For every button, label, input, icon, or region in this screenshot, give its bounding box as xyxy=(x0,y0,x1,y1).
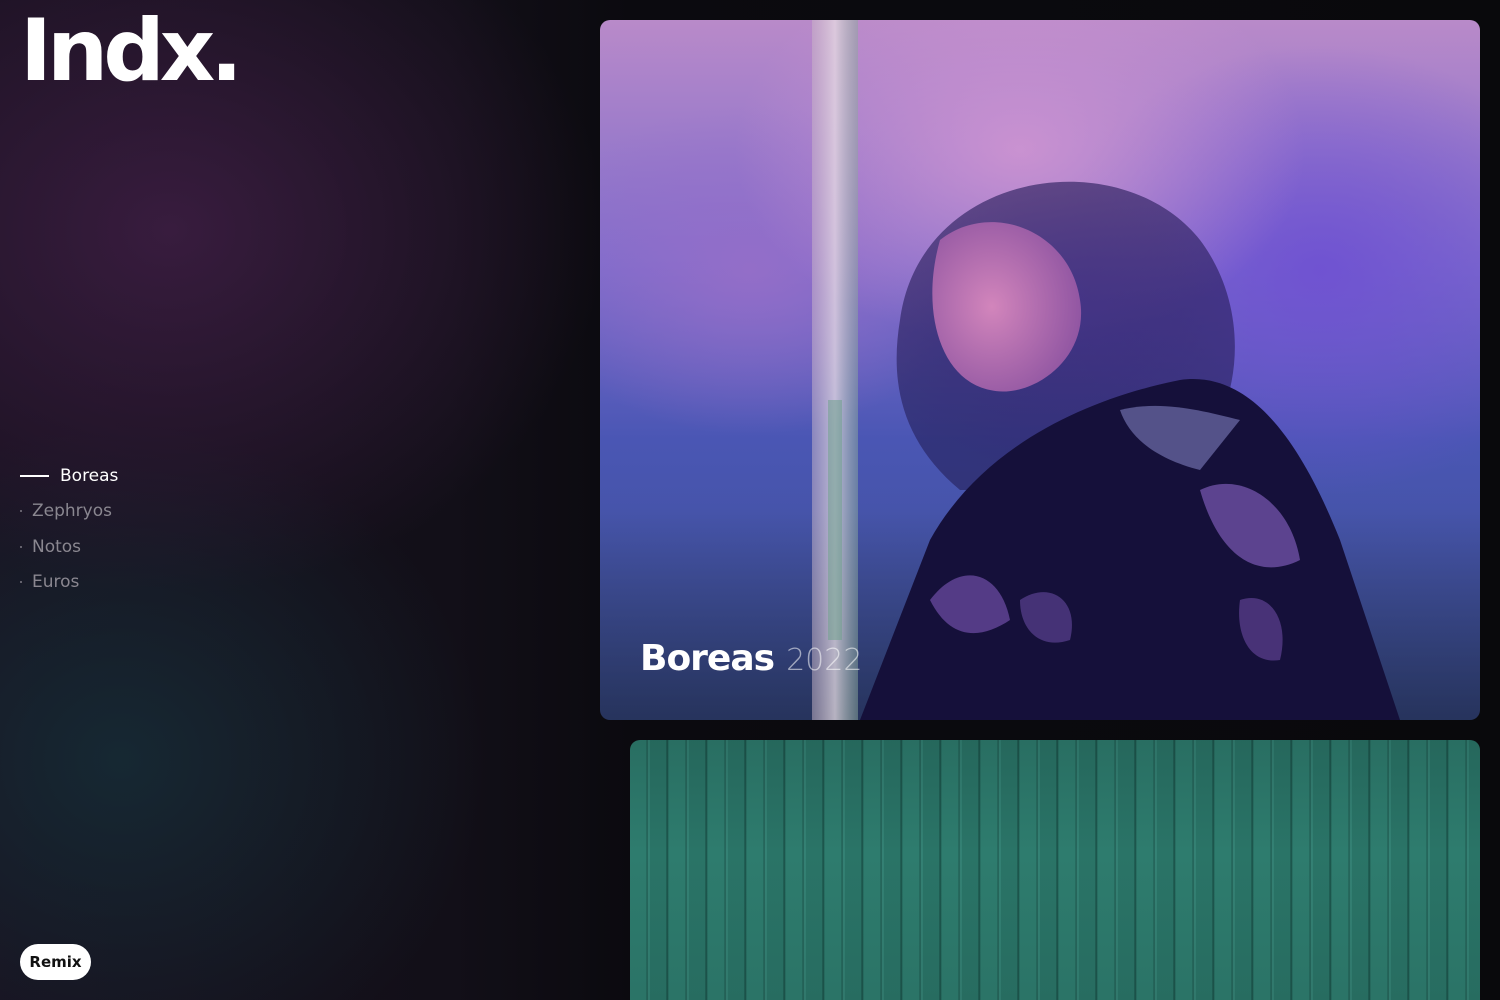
nav-item-notos[interactable]: Notos xyxy=(20,529,118,565)
card-caption: Boreas 2022 xyxy=(640,638,862,679)
nav-item-label: Euros xyxy=(32,572,80,593)
project-year: 2022 xyxy=(786,643,863,678)
project-card-boreas[interactable]: Boreas 2022 xyxy=(600,20,1480,720)
page: Indx. Boreas Zephryos Notos Euros Remix xyxy=(0,0,1500,1000)
site-logo[interactable]: Indx. xyxy=(20,8,243,94)
dot-icon xyxy=(20,545,22,548)
dot-icon xyxy=(20,510,22,513)
nav-item-boreas[interactable]: Boreas xyxy=(20,458,118,494)
project-nav: Boreas Zephryos Notos Euros xyxy=(20,458,118,600)
nav-item-label: Notos xyxy=(32,536,82,557)
nav-item-zephryos[interactable]: Zephryos xyxy=(20,494,118,530)
boreas-cover-image xyxy=(812,20,1400,720)
project-card-zephyros[interactable] xyxy=(630,740,1480,1000)
remix-button[interactable]: Remix xyxy=(20,944,91,980)
nav-item-label: Boreas xyxy=(60,465,119,486)
zephyros-cover-image xyxy=(630,740,1480,1000)
nav-item-label: Zephryos xyxy=(32,501,112,522)
nav-item-euros[interactable]: Euros xyxy=(20,565,118,601)
project-title: Boreas xyxy=(640,638,775,679)
dot-icon xyxy=(20,581,22,584)
active-marker-icon xyxy=(20,474,49,477)
